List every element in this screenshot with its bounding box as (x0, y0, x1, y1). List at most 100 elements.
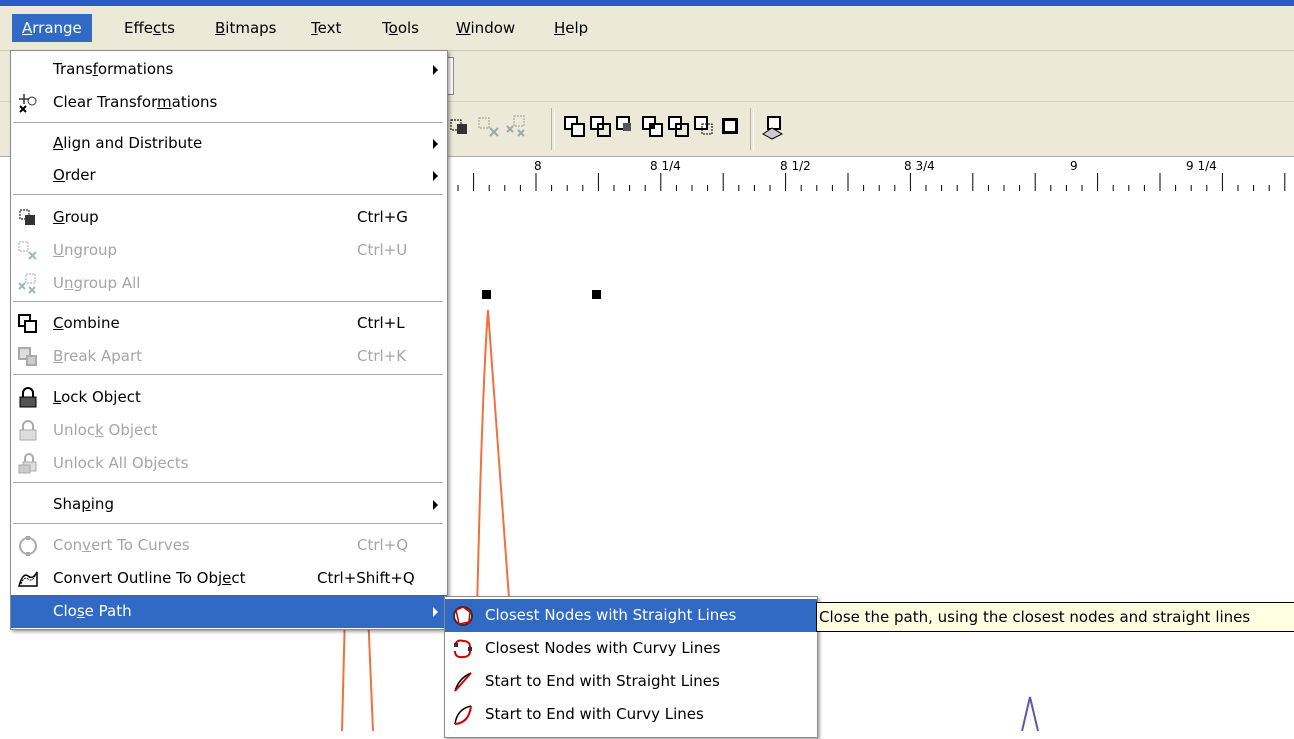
label-text-rest: ngroup (63, 241, 118, 259)
ungroup-all-icon (17, 273, 39, 295)
intersect-icon[interactable] (640, 114, 666, 140)
menu-item-unlock-all-objects[interactable]: Unlock All Objects (11, 447, 447, 480)
label-accel: n (63, 274, 74, 292)
tooltip: Close the path, using the closest nodes … (816, 602, 1294, 632)
label-text: Con (53, 536, 83, 554)
menu-text-accel: T (311, 19, 318, 37)
convert-outline-icon (17, 568, 39, 590)
menu-window-accel: W (456, 19, 471, 37)
shortcut-label: Ctrl+L (357, 314, 405, 332)
label-accel: k (95, 421, 104, 439)
menu-separator (13, 301, 443, 303)
menu-item-ungroup-all[interactable]: Ungroup All (11, 267, 447, 300)
menu-effects[interactable]: Effects (114, 14, 185, 42)
menu-item-label: Close Path (53, 595, 132, 628)
menu-separator (13, 482, 443, 484)
label-text-rest: ombine (63, 314, 120, 332)
menu-item-label: Convert To Curves (53, 529, 190, 562)
menu-window[interactable]: Window (446, 14, 525, 42)
menu-item-align-distribute[interactable]: Align and Distribute (11, 127, 447, 160)
menu-item-ungroup[interactable]: Ungroup Ctrl+U (11, 234, 447, 267)
submenu-item-start-end-straight[interactable]: Start to End with Straight Lines (445, 665, 817, 698)
ungroup-all-icon (504, 114, 530, 140)
menu-item-break-apart[interactable]: Break Apart Ctrl+K (11, 340, 447, 373)
ruler-label-8: 8 (534, 159, 542, 173)
label-text-rest: ects (157, 454, 189, 472)
create-boundary-icon[interactable] (718, 114, 744, 140)
arrange-menu: Transformations Clear Transformations Al… (10, 50, 448, 630)
toolbar-separator (750, 108, 754, 150)
submenu-arrow-icon (433, 500, 438, 510)
label-text-rest: Object (103, 421, 158, 439)
simplify-icon[interactable] (666, 114, 692, 140)
menu-item-label: Unlock Object (53, 414, 157, 447)
menu-item-shaping[interactable]: Shaping (11, 488, 447, 521)
menu-separator (13, 374, 443, 376)
menu-tools[interactable]: Tools (372, 14, 429, 42)
selection-handle[interactable] (592, 290, 601, 299)
menu-separator (13, 194, 443, 196)
menu-item-label: Ungroup (53, 234, 117, 267)
submenu-arrow-icon (433, 139, 438, 149)
menu-item-convert-outline[interactable]: Convert Outline To Object Ctrl+Shift+Q (11, 562, 447, 595)
lock-icon (17, 387, 39, 409)
menu-arrange[interactable]: Arrange (12, 14, 92, 42)
label-text-rest: ing (90, 495, 114, 513)
submenu-item-label: Start to End with Straight Lines (485, 672, 720, 690)
submenu-item-start-end-curvy[interactable]: Start to End with Curvy Lines (445, 698, 817, 731)
menu-item-unlock-object[interactable]: Unlock Object (11, 414, 447, 447)
menu-item-convert-to-curves[interactable]: Convert To Curves Ctrl+Q (11, 529, 447, 562)
blue-curve[interactable] (1021, 696, 1039, 731)
label-text-rest: ct (231, 569, 246, 587)
ruler-label-9-1-4: 9 1/4 (1186, 159, 1217, 173)
menu-item-combine[interactable]: Combine Ctrl+L (11, 307, 447, 340)
convert-to-curves-icon[interactable] (760, 114, 786, 140)
menu-help-text-rest: elp (565, 19, 589, 37)
break-apart-icon (17, 346, 39, 368)
label-accel: A (53, 134, 64, 152)
label-text: Clear Transfor (53, 93, 157, 111)
submenu-arrow-icon (433, 171, 438, 181)
menu-separator (13, 523, 443, 525)
label-text-rest: ormations (97, 60, 174, 78)
menu-window-text-rest: indow (470, 19, 516, 37)
label-accel: C (53, 314, 64, 332)
menu-item-label: Transformations (53, 53, 173, 86)
trim-icon[interactable] (614, 114, 640, 140)
menu-item-label: Align and Distribute (53, 127, 202, 160)
menu-text-text-rest: ext (317, 19, 342, 37)
weld-icon[interactable] (588, 114, 614, 140)
unlock-icon (17, 420, 39, 442)
label-accel: p (81, 495, 91, 513)
ungroup-icon (476, 114, 502, 140)
label-accel: U (53, 241, 64, 259)
toolbar-separator (551, 108, 555, 150)
menu-item-order[interactable]: Order (11, 159, 447, 192)
start-end-curvy-icon (451, 703, 475, 727)
label-text-rest: group All (73, 274, 141, 292)
menu-item-transformations[interactable]: Transformations (11, 53, 447, 86)
menu-item-label: Order (53, 159, 96, 192)
menu-text[interactable]: Text (301, 14, 351, 42)
submenu-item-closest-straight[interactable]: Closest Nodes with Straight Lines (445, 599, 817, 632)
menu-bitmaps[interactable]: Bitmaps (205, 14, 287, 42)
menu-item-close-path[interactable]: Close Path (11, 595, 447, 628)
toolbar-field-edge (447, 57, 454, 95)
selection-handle[interactable] (482, 290, 491, 299)
menu-item-clear-transformations[interactable]: Clear Transformations (11, 86, 447, 119)
ruler-label-9: 9 (1070, 159, 1078, 173)
menu-help[interactable]: Help (544, 14, 598, 42)
submenu-item-closest-curvy[interactable]: Closest Nodes with Curvy Lines (445, 632, 817, 665)
shortcut-label: Ctrl+K (357, 347, 407, 365)
menu-item-group[interactable]: Group Ctrl+G (11, 201, 447, 234)
label-text-rest: reak Apart (63, 347, 143, 365)
menu-item-label: Ungroup All (53, 267, 140, 300)
combine-icon[interactable] (562, 114, 588, 140)
group-icon[interactable] (447, 114, 473, 140)
label-text-rest: ock Object (61, 388, 141, 406)
menu-item-label: Lock Object (53, 381, 141, 414)
ruler-label-8-3-4: 8 3/4 (904, 159, 935, 173)
label-text-rest: lign and Distribute (63, 134, 203, 152)
front-minus-back-icon[interactable] (692, 114, 718, 140)
menu-item-lock-object[interactable]: Lock Object (11, 381, 447, 414)
